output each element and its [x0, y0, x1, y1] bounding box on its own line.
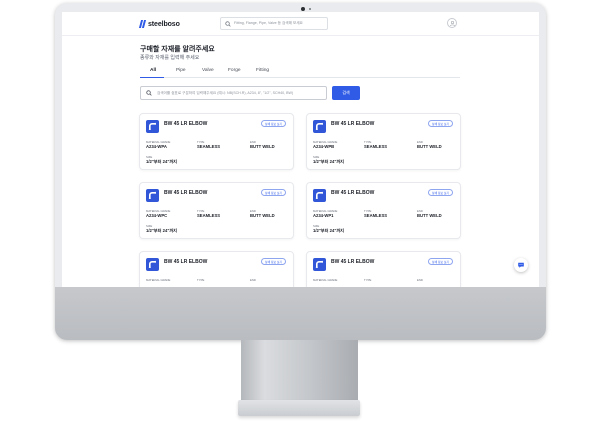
- grade-label: MATERIAL GRADE: [313, 278, 338, 282]
- monitor-stand: [241, 340, 358, 402]
- end-value: BUTT WELD: [250, 213, 275, 218]
- page-subtitle: 종류와 자재를 입력해 주세요: [140, 55, 200, 61]
- chat-icon: [518, 262, 524, 268]
- detail-button[interactable]: 상세 정보 보기: [261, 258, 286, 265]
- chat-button[interactable]: [514, 258, 528, 272]
- product-thumbnail: [313, 258, 326, 271]
- camera-sensor: [309, 8, 311, 10]
- detail-button[interactable]: 상세 정보 보기: [428, 120, 453, 127]
- type-value: SEAMLESS: [197, 144, 221, 149]
- tab-forge[interactable]: Forge: [228, 68, 241, 73]
- product-card[interactable]: BW 45 LR ELBOW 상세 정보 보기 MATERIAL GRADE A234…: [139, 113, 294, 170]
- tab-all[interactable]: All: [150, 68, 156, 73]
- product-name: BW 45 LR ELBOW: [164, 121, 208, 127]
- end-value: BUTT WELD: [417, 144, 442, 149]
- product-thumbnail: [146, 258, 159, 271]
- elbow-fitting-icon: [148, 122, 156, 130]
- monitor-chin: [55, 287, 546, 340]
- detail-button[interactable]: 상세 정보 보기: [261, 189, 286, 196]
- elbow-fitting-icon: [315, 260, 323, 268]
- type-label: TYPE: [197, 278, 205, 282]
- product-name: BW 45 LR ELBOW: [164, 259, 208, 265]
- elbow-fitting-icon: [148, 191, 156, 199]
- product-card[interactable]: BW 45 LR ELBOW 상세 정보 보기 MATERIAL GRADE TYPE…: [139, 251, 294, 287]
- page-title: 구매할 자재를 알려주세요: [140, 46, 215, 53]
- elbow-fitting-icon: [315, 122, 323, 130]
- size-value: 1/2"부터 24"까지: [313, 228, 345, 233]
- product-thumbnail: [313, 120, 326, 133]
- product-name: BW 45 LR ELBOW: [331, 121, 375, 127]
- material-search-placeholder: 검색어를 쉼표로 구분하여 입력해주세요 (예시: NB(SCH.R), A23…: [157, 90, 294, 95]
- camera: [301, 7, 305, 11]
- product-name: BW 45 LR ELBOW: [331, 190, 375, 196]
- grade-value: A234-WPA: [146, 144, 167, 149]
- grade-value: A234-WPC: [146, 213, 168, 218]
- grade-value: A234-WP1: [313, 213, 334, 218]
- grade-value: A234-WPB: [313, 144, 335, 149]
- product-thumbnail: [146, 120, 159, 133]
- logo-mark-icon: [138, 20, 147, 28]
- global-search-input[interactable]: Fitting, Flange, Pipe, Valve 등 검색해 보세요: [220, 17, 328, 30]
- end-label: END: [250, 278, 256, 282]
- end-value: BUTT WELD: [250, 144, 275, 149]
- tab-pipe[interactable]: Pipe: [176, 68, 186, 73]
- product-thumbnail: [146, 189, 159, 202]
- type-label: TYPE: [364, 278, 372, 282]
- type-value: SEAMLESS: [364, 144, 388, 149]
- product-card[interactable]: BW 45 LR ELBOW 상세 정보 보기 MATERIAL GRADE TYPE…: [306, 251, 461, 287]
- elbow-fitting-icon: [315, 191, 323, 199]
- tab-fitting[interactable]: Fitting: [256, 68, 269, 73]
- search-icon: [225, 20, 231, 27]
- detail-button[interactable]: 상세 정보 보기: [261, 120, 286, 127]
- active-tab-indicator: [140, 77, 164, 79]
- top-navbar: steelboso Fitting, Flange, Pipe, Valve 등…: [62, 12, 539, 36]
- monitor-mockup: steelboso Fitting, Flange, Pipe, Valve 등…: [0, 0, 602, 423]
- detail-button[interactable]: 상세 정보 보기: [428, 189, 453, 196]
- logo-text: steelboso: [148, 20, 180, 28]
- product-thumbnail: [313, 189, 326, 202]
- type-value: SEAMLESS: [364, 213, 388, 218]
- material-search-input[interactable]: 검색어를 쉼표로 구분하여 입력해주세요 (예시: NB(SCH.R), A23…: [140, 86, 327, 100]
- tab-valve[interactable]: Valve: [202, 68, 214, 73]
- product-card[interactable]: BW 45 LR ELBOW 상세 정보 보기 MATERIAL GRADE A234…: [139, 182, 294, 239]
- product-name: BW 45 LR ELBOW: [164, 190, 208, 196]
- global-search-placeholder: Fitting, Flange, Pipe, Valve 등 검색해 보세요: [234, 21, 303, 25]
- product-card[interactable]: BW 45 LR ELBOW 상세 정보 보기 MATERIAL GRADE A234…: [306, 113, 461, 170]
- logo[interactable]: steelboso: [138, 18, 180, 30]
- search-button[interactable]: 검색: [332, 86, 360, 100]
- search-icon: [146, 90, 152, 96]
- user-avatar[interactable]: [447, 18, 457, 28]
- type-value: SEAMLESS: [197, 213, 221, 218]
- screen: steelboso Fitting, Flange, Pipe, Valve 등…: [62, 12, 539, 287]
- detail-button[interactable]: 상세 정보 보기: [428, 258, 453, 265]
- monitor-foot: [238, 400, 360, 416]
- product-card[interactable]: BW 45 LR ELBOW 상세 정보 보기 MATERIAL GRADE A234…: [306, 182, 461, 239]
- end-label: END: [417, 278, 423, 282]
- elbow-fitting-icon: [148, 260, 156, 268]
- end-value: BUTT WELD: [417, 213, 442, 218]
- product-name: BW 45 LR ELBOW: [331, 259, 375, 265]
- user-icon: [449, 20, 455, 26]
- size-value: 1/2"부터 24"까지: [146, 159, 178, 164]
- size-value: 1/2"부터 24"까지: [146, 228, 178, 233]
- size-value: 1/2"부터 24"까지: [313, 159, 345, 164]
- category-tabs: All Pipe Valve Forge Fitting: [140, 66, 460, 78]
- grade-label: MATERIAL GRADE: [146, 278, 171, 282]
